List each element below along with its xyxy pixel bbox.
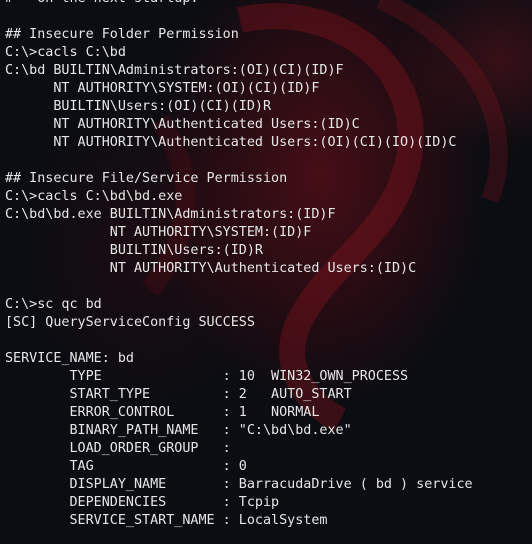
terminal-line: C:\>cacls C:\bd xyxy=(5,45,126,60)
terminal-line: [SC] QueryServiceConfig SUCCESS xyxy=(5,315,255,330)
terminal-line: START_TYPE : 2 AUTO_START xyxy=(5,387,352,402)
terminal-line: NT AUTHORITY\Authenticated Users:(ID)C xyxy=(5,261,417,276)
terminal-line: TAG : 0 xyxy=(5,459,247,474)
terminal-window[interactable]: # on the next startup. ## Insecure Folder… xyxy=(0,0,532,544)
terminal-line: SERVICE_START_NAME : LocalSystem xyxy=(5,513,328,528)
terminal-line: BUILTIN\Users:(OI)(CI)(ID)R xyxy=(5,99,272,114)
terminal-line: LOAD_ORDER_GROUP : xyxy=(5,441,231,456)
terminal-output[interactable]: # on the next startup. ## Insecure Folder… xyxy=(5,0,473,544)
terminal-line: ## Insecure Folder Permission xyxy=(5,27,239,42)
terminal-line: SERVICE_NAME: bd xyxy=(5,351,134,366)
terminal-line: C:\bd\bd.exe BUILTIN\Administrators:(ID)… xyxy=(5,207,336,222)
terminal-line: DEPENDENCIES : Tcpip xyxy=(5,495,280,510)
terminal-line: ERROR_CONTROL : 1 NORMAL xyxy=(5,405,320,420)
terminal-line: BINARY_PATH_NAME : "C:\bd\bd.exe" xyxy=(5,423,352,438)
terminal-line: C:\>sc qc bd xyxy=(5,297,102,312)
terminal-line: BUILTIN\Users:(ID)R xyxy=(5,243,263,258)
terminal-line: NT AUTHORITY\Authenticated Users:(OI)(CI… xyxy=(5,135,457,150)
terminal-line: NT AUTHORITY\SYSTEM:(OI)(CI)(ID)F xyxy=(5,81,320,96)
terminal-line: ## Insecure File/Service Permission xyxy=(5,171,288,186)
terminal-line: # on the next startup. xyxy=(5,0,473,8)
terminal-line: DISPLAY_NAME : BarracudaDrive ( bd ) ser… xyxy=(5,477,473,492)
terminal-line: TYPE : 10 WIN32_OWN_PROCESS xyxy=(5,369,409,384)
terminal-line: C:\>cacls C:\bd\bd.exe xyxy=(5,189,183,204)
terminal-line: C:\bd BUILTIN\Administrators:(OI)(CI)(ID… xyxy=(5,63,344,78)
terminal-line: NT AUTHORITY\Authenticated Users:(ID)C xyxy=(5,117,360,132)
terminal-line: NT AUTHORITY\SYSTEM:(ID)F xyxy=(5,225,312,240)
